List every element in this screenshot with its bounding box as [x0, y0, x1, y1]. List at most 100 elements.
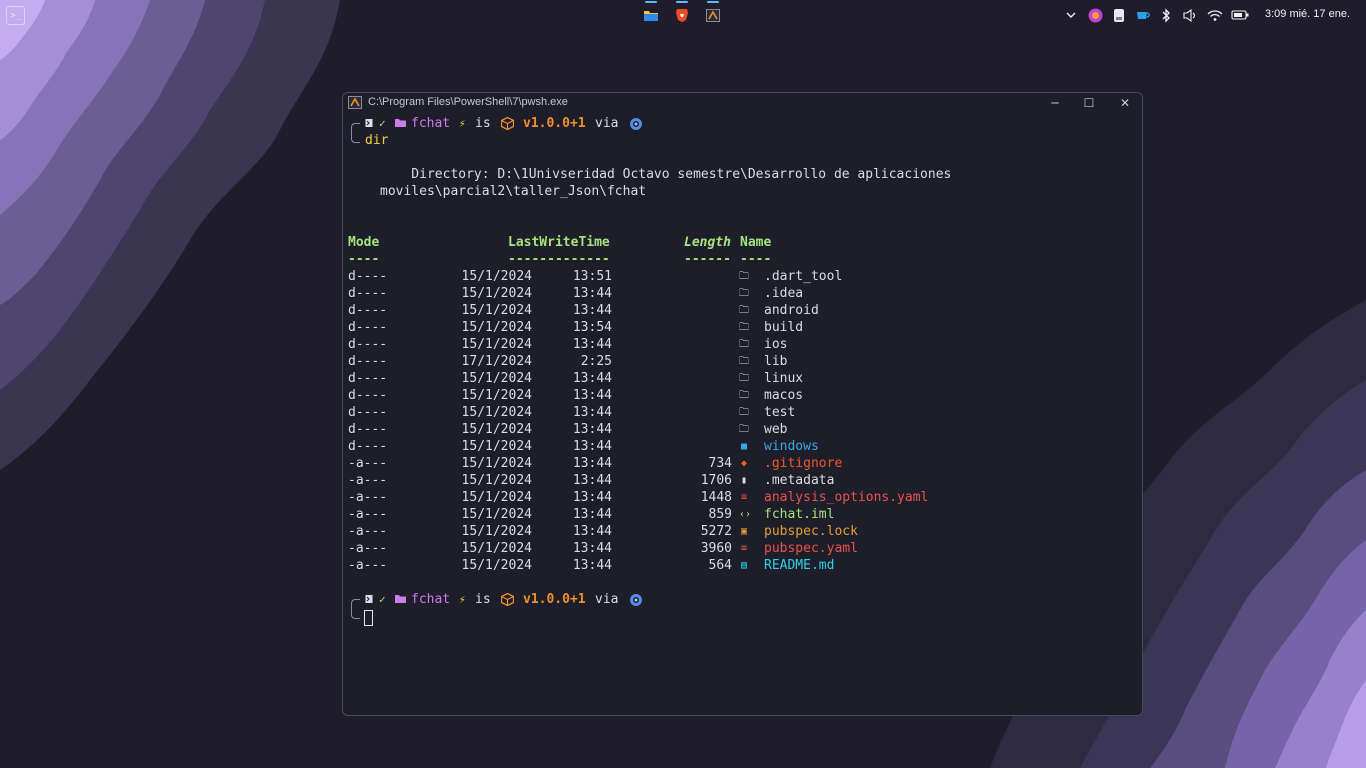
close-button[interactable]: ✕	[1108, 93, 1142, 113]
entry-name[interactable]: pubspec.lock	[764, 523, 858, 540]
app-tray-icon[interactable]	[1088, 0, 1103, 30]
entry-length: 859	[708, 507, 732, 522]
file-icon: ▮	[740, 475, 748, 486]
prompt-via: via	[595, 592, 619, 607]
entry-name[interactable]: test	[764, 404, 795, 421]
entry-name[interactable]: ios	[764, 336, 787, 353]
entry-name[interactable]: pubspec.yaml	[764, 540, 858, 557]
entry-name[interactable]: windows	[764, 438, 819, 455]
title-bar[interactable]: C:\Program Files\PowerShell\7\pwsh.exe ─…	[343, 93, 1142, 113]
check-icon: ✓	[379, 593, 386, 606]
underline-lastwritetime: -------------	[508, 252, 610, 267]
folder-icon: 🗀	[739, 339, 749, 350]
entry-mode: -a---	[348, 507, 388, 522]
cup-icon[interactable]	[1136, 0, 1151, 30]
entry-mode: d----	[348, 439, 388, 454]
header-mode: Mode	[348, 235, 380, 250]
shell-icon	[365, 119, 373, 127]
entry-time: 13:44	[572, 439, 612, 454]
window-title: C:\Program Files\PowerShell\7\pwsh.exe	[368, 96, 568, 108]
entry-time: 13:44	[572, 371, 612, 386]
entry-name[interactable]: build	[764, 319, 803, 336]
underline-length: ------	[684, 252, 731, 267]
entry-time: 13:44	[572, 286, 612, 301]
usb-drive-icon[interactable]	[1113, 0, 1125, 30]
entry-mode: d----	[348, 269, 388, 284]
chevron-up-icon[interactable]	[1066, 0, 1076, 30]
entry-time: 13:44	[572, 405, 612, 420]
entry-name[interactable]: .idea	[764, 285, 803, 302]
underline-mode: ----	[348, 252, 380, 267]
terminal-output[interactable]: ✓ fchat ⚡ is v1.0.0+1 via dir Directory:…	[348, 115, 1137, 710]
entry-time: 13:44	[572, 388, 612, 403]
bolt-icon: ⚡	[459, 593, 466, 606]
terminal-app-icon[interactable]	[703, 1, 723, 25]
lock-icon: ▣	[740, 526, 748, 537]
entry-length: 734	[708, 456, 732, 471]
clock[interactable]: 3:09 mié. 17 ene.	[1265, 8, 1350, 20]
file-explorer-icon[interactable]	[641, 1, 661, 25]
prompt-directory: fchat	[411, 116, 451, 131]
folder-icon: 🗀	[739, 288, 749, 299]
entry-mode: d----	[348, 337, 388, 352]
entry-name[interactable]: linux	[764, 370, 803, 387]
entry-date: 15/1/2024	[461, 490, 532, 505]
entry-time: 13:44	[572, 507, 612, 522]
code-icon: ‹›	[739, 509, 752, 520]
entry-time: 13:44	[572, 541, 612, 556]
entry-time: 13:44	[572, 337, 612, 352]
dart-icon	[630, 118, 642, 130]
entry-time: 13:44	[572, 456, 612, 471]
bolt-icon: ⚡	[459, 117, 466, 130]
directory-path: Directory: D:\1Univseridad Octavo semest…	[380, 167, 952, 182]
entry-name[interactable]: README.md	[764, 557, 834, 574]
entry-name[interactable]: macos	[764, 387, 803, 404]
minimize-button[interactable]: ─	[1038, 93, 1072, 113]
text-cursor[interactable]	[364, 610, 373, 626]
prompt-is: is	[475, 116, 491, 131]
maximize-button[interactable]: ☐	[1072, 93, 1106, 113]
bluetooth-icon[interactable]	[1161, 0, 1171, 30]
shell-icon	[365, 595, 373, 603]
entry-name[interactable]: web	[764, 421, 787, 438]
terminal-window[interactable]: C:\Program Files\PowerShell\7\pwsh.exe ─…	[342, 92, 1143, 716]
entry-time: 13:44	[572, 473, 612, 488]
entry-length: 1706	[700, 473, 732, 488]
entry-mode: -a---	[348, 541, 388, 556]
prompt-version: v1.0.0+1	[523, 116, 586, 131]
volume-icon[interactable]	[1183, 0, 1198, 30]
entry-date: 15/1/2024	[461, 286, 532, 301]
entry-name[interactable]: fchat.iml	[764, 506, 834, 523]
directory-path-continued: moviles\parcial2\taller_Json\fchat	[380, 184, 647, 199]
entry-date: 15/1/2024	[461, 337, 532, 352]
entry-length: 5272	[700, 524, 732, 539]
wifi-icon[interactable]	[1207, 0, 1223, 30]
entry-date: 15/1/2024	[461, 558, 532, 573]
entry-name[interactable]: .dart_tool	[764, 268, 842, 285]
entry-time: 13:44	[572, 422, 612, 437]
entry-date: 15/1/2024	[461, 422, 532, 437]
entry-name[interactable]: .gitignore	[764, 455, 842, 472]
entry-mode: d----	[348, 405, 388, 420]
entry-date: 15/1/2024	[461, 439, 532, 454]
entry-name[interactable]: .metadata	[764, 472, 834, 489]
entry-name[interactable]: lib	[764, 353, 787, 370]
entry-time: 2:25	[580, 354, 612, 369]
entry-date: 15/1/2024	[461, 541, 532, 556]
folder-icon: 🗀	[739, 373, 749, 384]
yaml-icon: ≡	[740, 492, 748, 503]
markdown-icon: ▤	[740, 560, 748, 571]
taskbar: >_ 3:09 mié. 17 ene.	[0, 0, 1366, 30]
folder-icon	[395, 595, 406, 603]
entry-date: 15/1/2024	[461, 507, 532, 522]
entry-time: 13:44	[572, 558, 612, 573]
entry-date: 15/1/2024	[461, 269, 532, 284]
command-text: dir	[365, 133, 389, 148]
battery-icon[interactable]	[1231, 0, 1249, 30]
entry-mode: -a---	[348, 524, 388, 539]
entry-name[interactable]: analysis_options.yaml	[764, 489, 928, 506]
terminal-launcher-icon[interactable]: >_	[6, 6, 25, 25]
entry-name[interactable]: android	[764, 302, 819, 319]
entry-date: 15/1/2024	[461, 388, 532, 403]
brave-lion-icon[interactable]	[672, 1, 692, 25]
